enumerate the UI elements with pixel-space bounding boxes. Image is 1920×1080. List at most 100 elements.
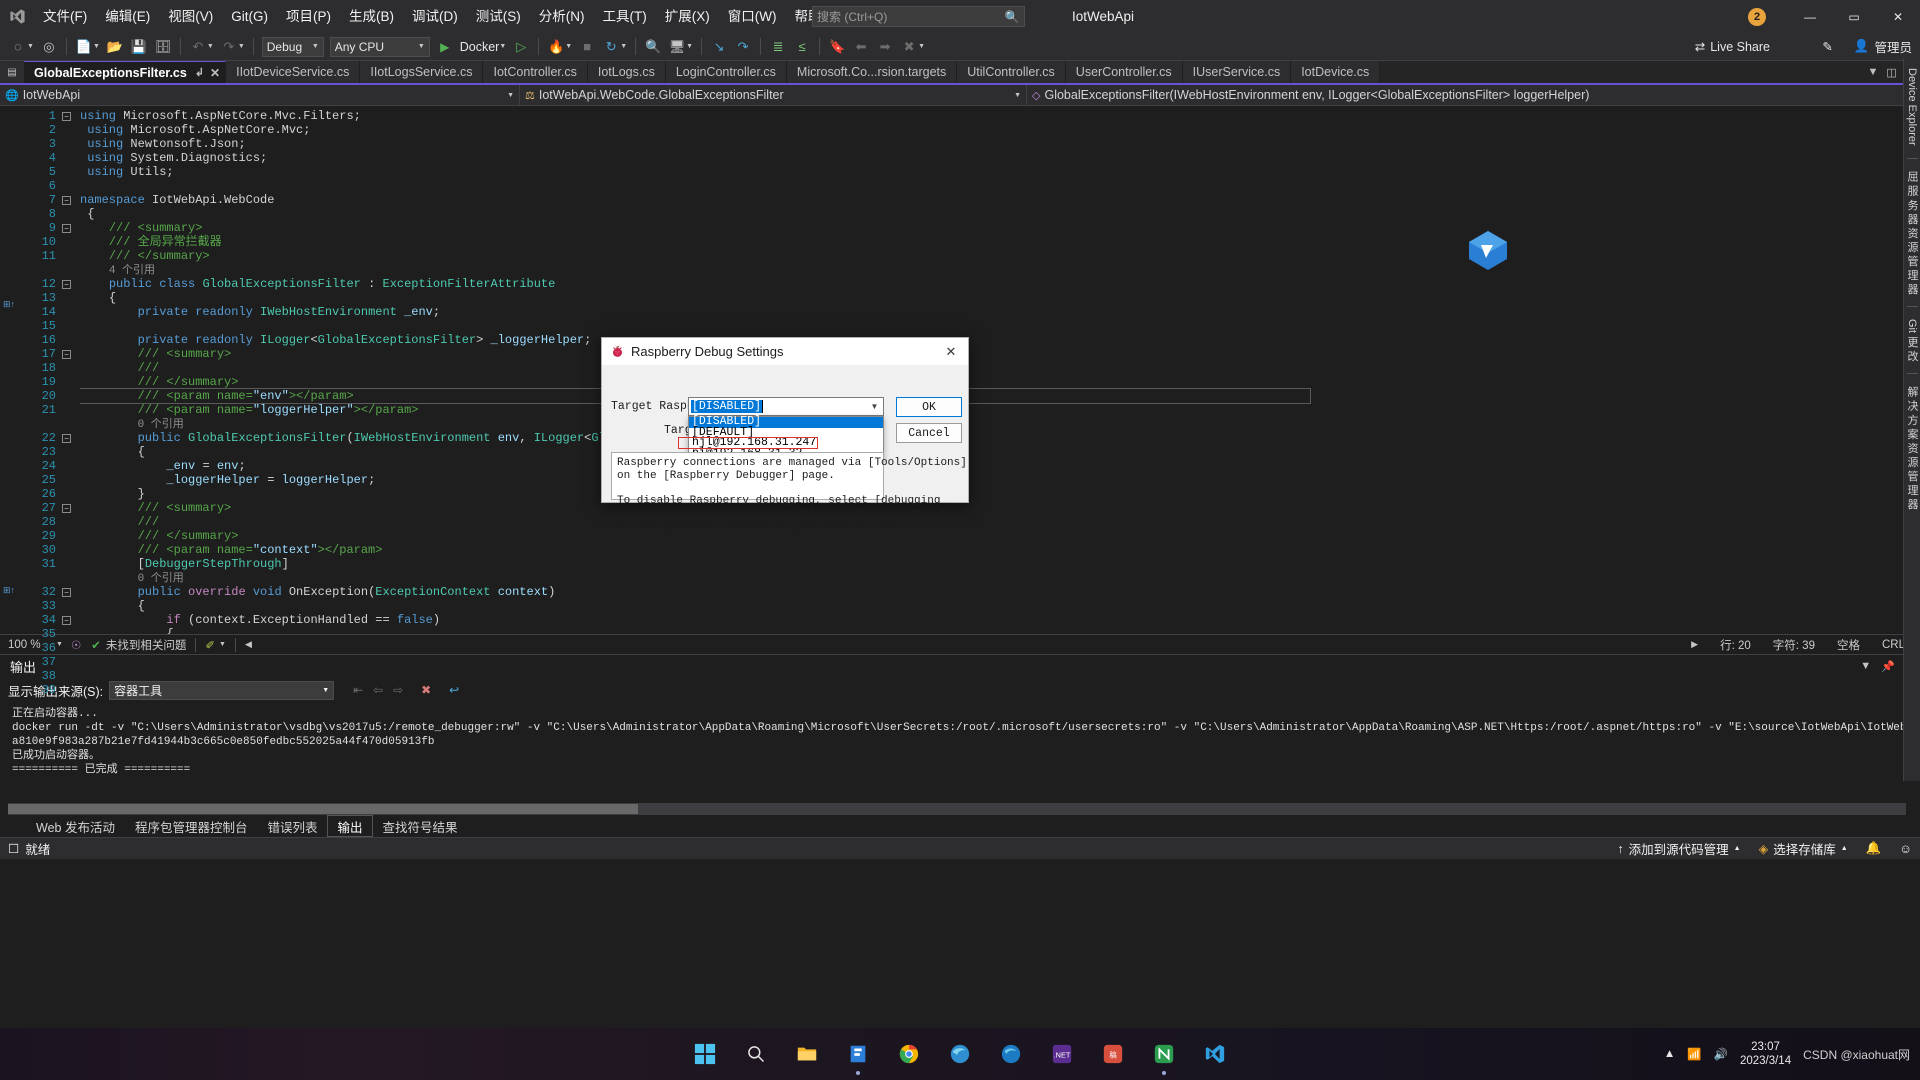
editor-tab[interactable]: IotLogs.cs [587, 61, 666, 83]
fold-marker[interactable] [62, 235, 80, 249]
fold-marker[interactable] [62, 291, 80, 305]
floating-notification-icon[interactable] [1466, 228, 1510, 272]
fold-marker[interactable]: − [62, 431, 80, 445]
collapse-icon[interactable]: − [62, 223, 71, 233]
global-search-input[interactable]: 搜索 (Ctrl+Q) 🔍 [812, 6, 1025, 27]
fold-marker[interactable] [62, 263, 80, 277]
navbar-member-dropdown[interactable]: ◇ GlobalExceptionsFilter(IWebHostEnviron… [1027, 85, 1920, 105]
output-text[interactable]: 正在启动容器... docker run -dt -v "C:\Users\Adm… [0, 703, 1920, 803]
scroll-left-icon[interactable]: ◀ [245, 639, 252, 650]
fold-marker[interactable] [62, 641, 80, 655]
fold-marker[interactable] [62, 417, 80, 431]
fold-marker[interactable] [62, 473, 80, 487]
toolbox-icon[interactable]: ▤ [7, 67, 16, 78]
pin-tab-icon[interactable]: ↲ [195, 66, 204, 79]
menu-project[interactable]: 项目(P) [277, 0, 340, 33]
main-menu-bar[interactable]: 文件(F) 编辑(E) 视图(V) Git(G) 项目(P) 生成(B) 调试(… [34, 0, 849, 33]
clear-all-icon[interactable]: ✖ [416, 680, 436, 700]
scroll-right-icon[interactable]: ▶ [1691, 639, 1698, 650]
fold-marker[interactable]: − [62, 193, 80, 207]
go-to-previous-icon[interactable]: ⇦ [368, 680, 388, 700]
hot-reload-icon[interactable]: 🔥 [545, 36, 567, 58]
fold-marker[interactable] [62, 151, 80, 165]
code-line[interactable]: /// <summary> [80, 221, 1906, 235]
collapse-icon[interactable]: − [62, 195, 71, 205]
fold-marker[interactable] [62, 305, 80, 319]
fold-marker[interactable] [62, 543, 80, 557]
fold-marker[interactable]: − [62, 501, 80, 515]
bottom-tab[interactable]: 输出 [327, 815, 373, 837]
code-line[interactable]: using Microsoft.AspNetCore.Mvc.Filters; [80, 109, 1906, 123]
menu-git[interactable]: Git(G) [222, 0, 277, 33]
fold-marker[interactable] [62, 571, 80, 585]
code-line[interactable]: using System.Diagnostics; [80, 151, 1906, 165]
editor-tab[interactable]: IIotLogsService.cs [360, 61, 484, 83]
dock-device-explorer[interactable]: Device Explorer [1906, 64, 1918, 150]
toolbar-overflow-icon[interactable]: ▼ [918, 43, 925, 50]
dialog-close-button[interactable]: ✕ [934, 338, 968, 365]
fold-marker[interactable] [62, 459, 80, 473]
code-folding-gutter[interactable]: − − − − − − − − − [62, 106, 80, 634]
code-line[interactable]: public GlobalExceptionsFilter(IWebHostEn… [80, 431, 1906, 445]
new-project-caret-icon[interactable]: ▼ [93, 43, 100, 50]
code-line[interactable]: /// <param name="loggerHelper"></param> [80, 403, 1906, 417]
code-line[interactable]: { [80, 291, 1906, 305]
edge-dev-icon[interactable] [996, 1039, 1026, 1069]
chevron-down-icon[interactable]: ▼ [866, 398, 883, 415]
undo-caret-icon[interactable]: ▼ [207, 43, 214, 50]
fold-marker[interactable]: − [62, 109, 80, 123]
editor-tab[interactable]: IotDevice.cs [1291, 61, 1381, 83]
live-share-button[interactable]: ⇄ Live Share [1695, 33, 1770, 61]
bookmark-icon[interactable]: 🔖 [826, 36, 848, 58]
step-into-icon[interactable]: ↘ [708, 36, 730, 58]
live-visual-tree-icon[interactable]: 🖥 [666, 36, 688, 58]
fold-marker[interactable] [62, 403, 80, 417]
collapse-icon[interactable]: − [62, 503, 71, 513]
fold-marker[interactable] [62, 165, 80, 179]
solution-configuration-combo[interactable]: Debug ▼ [261, 36, 324, 57]
feedback-button[interactable]: ☺ [1899, 842, 1912, 856]
restart-caret-icon[interactable]: ▼ [620, 43, 627, 50]
run-target-caret-icon[interactable]: ▼ [499, 43, 506, 50]
scrollbar-thumb[interactable] [8, 804, 638, 814]
tray-expand-icon[interactable]: ▲ [1664, 1048, 1675, 1060]
code-line[interactable]: namespace IotWebApi.WebCode [80, 193, 1906, 207]
code-text-area[interactable]: using Microsoft.AspNetCore.Mvc.Filters; … [80, 106, 1906, 634]
collapse-icon[interactable]: − [62, 349, 71, 359]
bottom-tab[interactable]: Web 发布活动 [26, 815, 125, 837]
editor-tab[interactable]: LoginController.cs [665, 61, 787, 83]
menu-test[interactable]: 测试(S) [467, 0, 530, 33]
tray-network-icon[interactable]: 📶 [1687, 1047, 1701, 1061]
code-line[interactable]: { [80, 445, 1906, 459]
menu-file[interactable]: 文件(F) [34, 0, 96, 33]
code-line[interactable]: 0 个引用 [80, 417, 1906, 431]
code-line[interactable]: 0 个引用 [80, 571, 1906, 585]
code-line[interactable]: /// <summary> [80, 347, 1906, 361]
wechat-work-icon[interactable]: 稿 [1098, 1039, 1128, 1069]
collapse-icon[interactable]: − [62, 615, 71, 625]
code-line[interactable]: /// [80, 361, 1906, 375]
code-line[interactable]: /// <param name="context"></param> [80, 543, 1906, 557]
code-line[interactable]: public override void OnException(Excepti… [80, 585, 1906, 599]
outdent-icon[interactable]: ≤ [791, 36, 813, 58]
code-cleanup-icon[interactable]: ✐ [205, 638, 215, 652]
navigate-forward-icon[interactable]: ◎ [38, 36, 60, 58]
code-line[interactable]: 4 个引用 [80, 263, 1906, 277]
target-raspberry-combo[interactable]: [DISABLED] ▼ [688, 397, 884, 416]
run-target-label[interactable]: Docker [457, 40, 503, 54]
fold-marker[interactable] [62, 487, 80, 501]
add-to-source-control-button[interactable]: ↑ 添加到源代码管理 ▲ [1617, 839, 1740, 858]
fold-marker[interactable] [62, 207, 80, 221]
close-button[interactable]: ✕ [1876, 0, 1920, 33]
code-line[interactable]: private readonly IWebHostEnvironment _en… [80, 305, 1906, 319]
open-file-icon[interactable]: 📂 [104, 36, 126, 58]
go-to-next-icon[interactable]: ⇨ [388, 680, 408, 700]
collapse-icon[interactable]: − [62, 111, 71, 121]
fold-marker[interactable] [62, 515, 80, 529]
menu-analyze[interactable]: 分析(N) [530, 0, 594, 33]
notification-badge[interactable]: 2 [1748, 7, 1766, 26]
account-button[interactable]: ✎ 👤 管理员 [1822, 33, 1912, 61]
save-all-icon[interactable]: 🗄 [152, 36, 174, 58]
bottom-tab[interactable]: 查找符号结果 [373, 815, 468, 837]
menu-edit[interactable]: 编辑(E) [96, 0, 159, 33]
